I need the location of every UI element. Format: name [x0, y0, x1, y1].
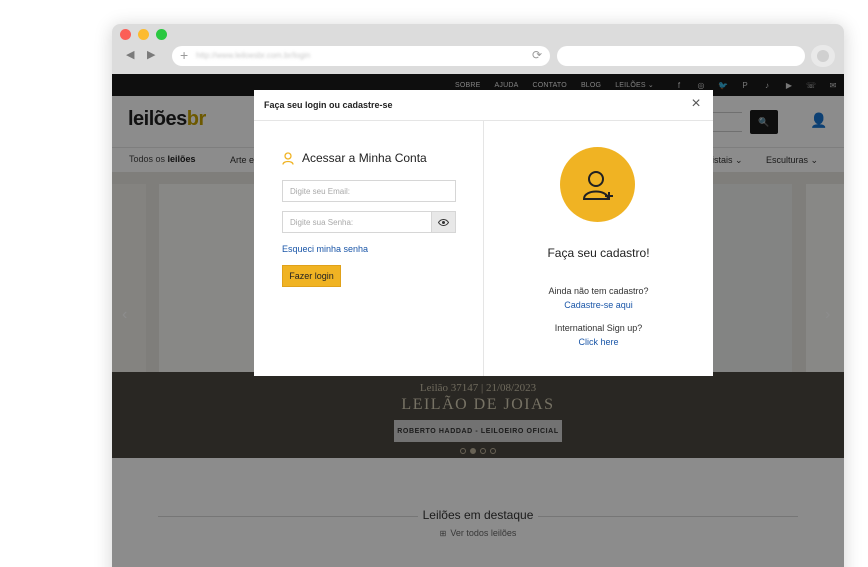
show-password-button[interactable] [431, 211, 456, 233]
back-icon[interactable]: ◀ [126, 48, 134, 61]
new-tab-icon[interactable]: + [180, 47, 188, 63]
profile-button[interactable] [811, 45, 835, 67]
forward-icon[interactable]: ▶ [147, 48, 155, 61]
signup-link[interactable]: Cadastre-se aqui [484, 300, 713, 310]
signup-title: Faça seu cadastro! [547, 246, 650, 260]
international-question: International Sign up? [554, 323, 643, 333]
browser-window: ◀ ▶ + http://www.leiloesbr.com.br/login … [112, 24, 844, 567]
maximize-window-button[interactable] [156, 29, 167, 40]
eye-icon [438, 218, 449, 226]
address-bar[interactable]: + http://www.leiloesbr.com.br/login ⟳ [172, 46, 550, 66]
international-signup-link[interactable]: Click here [484, 337, 713, 347]
browser-search-bar[interactable] [557, 46, 805, 66]
password-input[interactable] [282, 211, 432, 233]
close-icon[interactable]: × [687, 95, 705, 113]
web-page: SOBRE AJUDA CONTATO BLOG LEILÕES ⌄ f ◎ 🐦 P ♪ ▶ ☏ ✉ l… [112, 74, 844, 567]
login-modal: Faça seu login ou cadastre-se × Acessar … [254, 90, 713, 376]
login-heading-text: Acessar a Minha Conta [302, 151, 427, 165]
minimize-window-button[interactable] [138, 29, 149, 40]
login-button[interactable]: Fazer login [282, 265, 341, 287]
forgot-password-link[interactable]: Esqueci minha senha [282, 244, 368, 254]
address-url: http://www.leiloesbr.com.br/login [196, 51, 311, 60]
signup-question: Ainda não tem cadastro? [548, 286, 649, 296]
screenshot-stage: ◀ ▶ + http://www.leiloesbr.com.br/login … [0, 0, 868, 567]
close-window-button[interactable] [120, 29, 131, 40]
login-heading: Acessar a Minha Conta [282, 151, 427, 165]
modal-header: Faça seu login ou cadastre-se × [254, 90, 713, 121]
user-outline-icon [282, 151, 294, 165]
reload-icon[interactable]: ⟳ [532, 48, 542, 62]
add-user-icon [560, 147, 635, 222]
modal-title: Faça seu login ou cadastre-se [264, 100, 393, 110]
email-input[interactable] [282, 180, 456, 202]
browser-toolbar: ◀ ▶ + http://www.leiloesbr.com.br/login … [112, 24, 844, 74]
